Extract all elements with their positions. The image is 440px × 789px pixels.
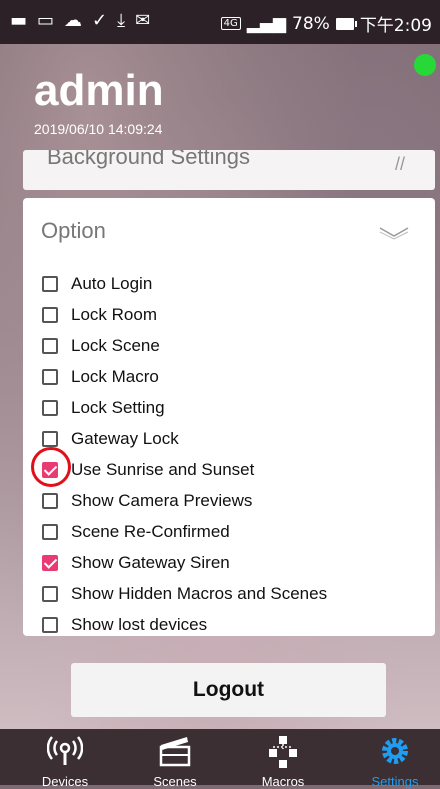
checkbox[interactable]: [42, 275, 58, 292]
option-label: Show Gateway Siren: [71, 552, 230, 572]
tab-label: Devices: [41, 774, 89, 789]
checkbox[interactable]: [42, 368, 58, 385]
page-title: admin: [34, 66, 164, 115]
checkbox[interactable]: [42, 585, 58, 602]
checkbox[interactable]: [42, 399, 58, 416]
option-label: Scene Re-Confirmed: [71, 521, 230, 541]
tab-label: Scenes: [153, 774, 197, 789]
option-label: Show Camera Previews: [71, 490, 253, 510]
chevron-down-icon[interactable]: [379, 226, 409, 240]
battery-icon: [335, 17, 357, 30]
tab-macros[interactable]: Macros: [238, 729, 328, 789]
tab-devices[interactable]: Devices: [20, 729, 110, 789]
online-status-indicator: [414, 54, 436, 76]
checkbox[interactable]: [42, 492, 58, 509]
tab-settings[interactable]: Settings: [350, 729, 440, 789]
option-show-hidden-macros-scenes[interactable]: Show Hidden Macros and Scenes: [42, 578, 327, 609]
option-auto-login[interactable]: Auto Login: [42, 268, 327, 299]
gear-icon: [382, 738, 408, 764]
highlight-circle: [31, 447, 71, 487]
option-label: Lock Macro: [71, 366, 159, 386]
check-icon: ✓: [92, 10, 108, 31]
antenna-icon: [47, 736, 83, 765]
option-label: Show Hidden Macros and Scenes: [71, 583, 328, 603]
option-list: Auto Login Lock Room Lock Scene Lock Mac…: [42, 268, 327, 640]
background-settings-label: Background Settings: [47, 150, 251, 169]
flow-icon: [269, 736, 297, 768]
download-icon: ⤓: [117, 10, 126, 31]
logout-button[interactable]: Logout: [71, 663, 386, 717]
option-show-camera-previews[interactable]: Show Camera Previews: [42, 485, 327, 516]
cloud-icon: ☁: [64, 10, 83, 31]
option-label: Show lost devices: [71, 614, 208, 634]
clapperboard-icon: [159, 737, 191, 767]
clock: 下午2:09: [359, 16, 432, 36]
option-lock-scene[interactable]: Lock Scene: [42, 330, 327, 361]
checkbox[interactable]: [42, 337, 58, 354]
checkbox-checked[interactable]: [42, 554, 58, 571]
option-label: Lock Setting: [71, 397, 165, 417]
option-label: Auto Login: [71, 273, 153, 293]
option-lock-setting[interactable]: Lock Setting: [42, 392, 327, 423]
option-gateway-lock[interactable]: Gateway Lock: [42, 423, 327, 454]
option-lock-room[interactable]: Lock Room: [42, 299, 327, 330]
background-settings-card[interactable]: Background Settings //: [23, 150, 435, 190]
option-label: Lock Room: [71, 304, 157, 324]
envelope-icon: ✉: [135, 10, 151, 31]
status-right: 4G ▂▄▆ 78% 下午2:09: [220, 11, 432, 36]
datetime-label: 2019/06/10 14:09:24: [34, 121, 163, 137]
tab-scenes[interactable]: Scenes: [130, 729, 220, 789]
status-bar: ▬ ▭ ☁ ✓ ⤓ ✉ 4G ▂▄▆ 78% 下午2:09: [0, 0, 440, 44]
option-label: Gateway Lock: [71, 428, 179, 448]
option-show-gateway-siren[interactable]: Show Gateway Siren: [42, 547, 327, 578]
checkbox[interactable]: [42, 430, 58, 447]
network-type-badge: 4G: [220, 17, 241, 30]
option-panel: Option Auto Login Lock Room Lock Scene L…: [23, 198, 435, 636]
option-panel-title: Option: [41, 218, 106, 243]
battery-percent: 78%: [292, 13, 330, 34]
option-lock-macro[interactable]: Lock Macro: [42, 361, 327, 392]
option-scene-reconfirmed[interactable]: Scene Re-Confirmed: [42, 516, 327, 547]
tab-label: Settings: [371, 774, 419, 789]
option-show-lost-devices[interactable]: Show lost devices: [42, 609, 327, 640]
checkbox[interactable]: [42, 523, 58, 540]
mail-icon: ▭: [37, 10, 55, 31]
checkbox[interactable]: [42, 616, 58, 633]
resize-icon: //: [394, 154, 405, 174]
option-label: Use Sunrise and Sunset: [71, 459, 255, 479]
option-use-sunrise-sunset[interactable]: Use Sunrise and Sunset: [42, 454, 327, 485]
bottom-tab-bar: Devices Scenes Macros Settings: [0, 729, 440, 789]
message-icon: ▬: [10, 10, 28, 31]
tab-label: Macros: [261, 774, 305, 789]
notification-icons: ▬ ▭ ☁ ✓ ⤓ ✉: [10, 10, 150, 31]
checkbox[interactable]: [42, 306, 58, 323]
signal-icon: ▂▄▆: [246, 13, 287, 34]
option-label: Lock Scene: [71, 335, 160, 355]
